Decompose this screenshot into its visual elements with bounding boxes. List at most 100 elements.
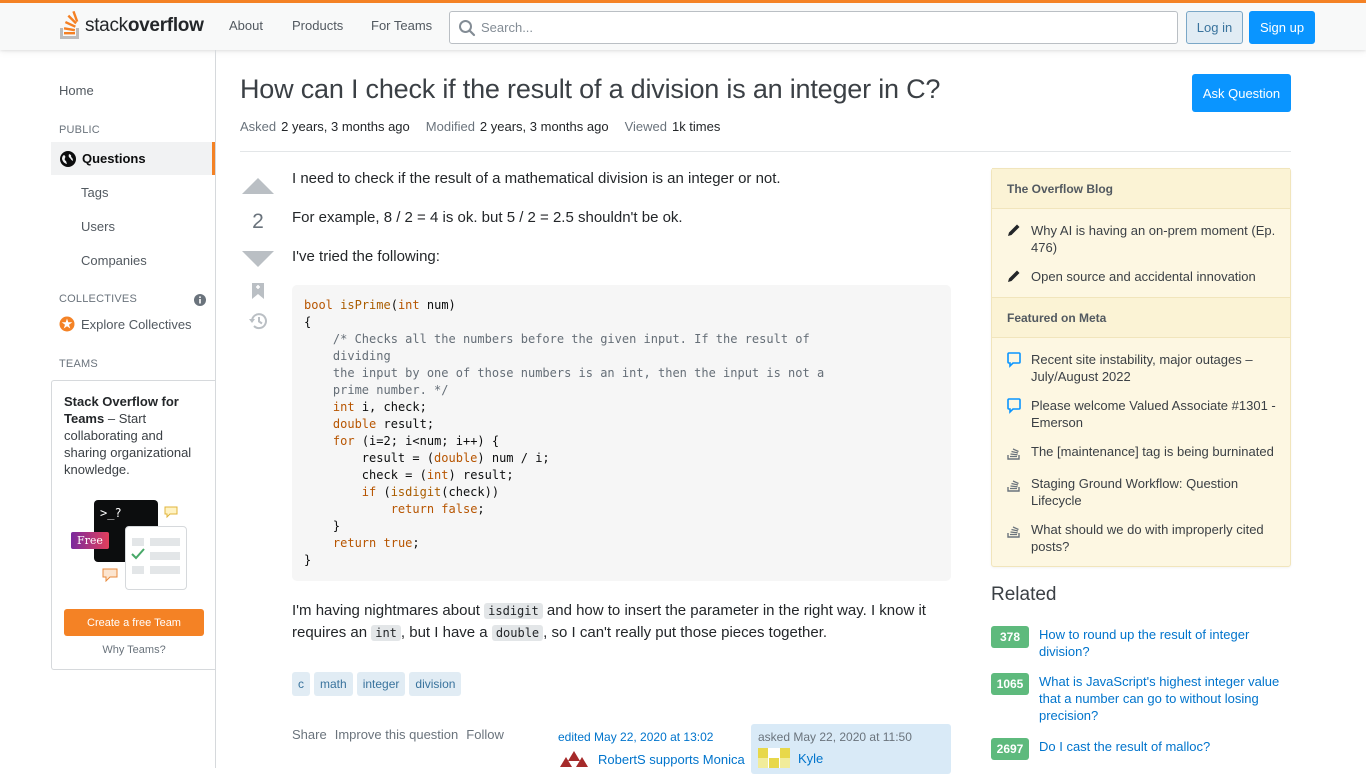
- meta-header: Featured on Meta: [992, 297, 1290, 338]
- check-icon: [131, 548, 145, 560]
- code-block: bool isPrime(int num) { /* Checks all th…: [292, 285, 951, 581]
- nav-home[interactable]: Home: [59, 83, 94, 98]
- related-item[interactable]: 378 How to round up the result of intege…: [991, 626, 1291, 660]
- viewed-label: Viewed: [624, 119, 667, 134]
- related-item[interactable]: 1065 What is JavaScript's highest intege…: [991, 673, 1291, 724]
- edited-timestamp[interactable]: edited May 22, 2020 at 13:02: [558, 730, 713, 744]
- improve-question-link[interactable]: Improve this question: [335, 727, 459, 742]
- nav-users[interactable]: Users: [81, 219, 115, 234]
- related-title: Related: [991, 584, 1057, 605]
- tag-integer[interactable]: integer: [356, 672, 406, 696]
- globe-icon: [60, 150, 76, 167]
- section-teams: TEAMS: [59, 358, 98, 370]
- nav-companies[interactable]: Companies: [81, 253, 147, 268]
- related-item[interactable]: 2697 Do I cast the result of malloc?: [991, 738, 1291, 760]
- blog-header: The Overflow Blog: [992, 168, 1290, 209]
- ask-question-button[interactable]: Ask Question: [1192, 74, 1291, 112]
- collectives-icon: [59, 316, 75, 332]
- search-input[interactable]: [481, 12, 1161, 43]
- teams-promo-text: Stack Overflow for Teams – Start collabo…: [64, 394, 192, 477]
- meta-chat-icon: [1007, 398, 1021, 414]
- signup-button[interactable]: Sign up: [1249, 11, 1315, 44]
- meta-item[interactable]: What should we do with improperly cited …: [1007, 521, 1282, 555]
- meta-chat-icon: [1007, 352, 1021, 368]
- create-team-button[interactable]: Create a free Team: [64, 609, 204, 636]
- asker-name: Kyle: [798, 750, 824, 766]
- post-paragraph-4: I'm having nightmares about isdigit and …: [292, 602, 926, 641]
- downvote-icon[interactable]: [242, 250, 274, 268]
- pencil-icon: [1008, 224, 1020, 236]
- asked-timestamp: asked May 22, 2020 at 11:50: [758, 730, 912, 744]
- info-icon[interactable]: [194, 294, 206, 306]
- asked-label: Asked: [240, 119, 277, 134]
- inline-code-double: double: [491, 625, 544, 641]
- editor-user[interactable]: RobertS supports Monica: [558, 749, 745, 769]
- stackoverflow-logo[interactable]: stackoverflow: [58, 10, 204, 42]
- question-meta: Asked 2 years, 3 months ago Modified 2 yea…: [240, 119, 736, 134]
- related-link[interactable]: What is JavaScript's highest integer val…: [1039, 673, 1284, 724]
- left-sidebar: Home PUBLIC Questions Tags Users Compani…: [0, 50, 216, 768]
- share-link[interactable]: Share: [292, 727, 327, 742]
- asker-avatar: [758, 748, 790, 768]
- question-title[interactable]: How can I check if the result of a divis…: [240, 74, 940, 105]
- related-link[interactable]: Do I cast the result of malloc?: [1039, 738, 1284, 760]
- stack-icon: [1007, 526, 1020, 538]
- post-paragraph-2: For example, 8 / 2 = 4 is ok. but 5 / 2 …: [292, 209, 683, 226]
- related-score: 1065: [991, 673, 1029, 695]
- editor-name: RobertS supports Monica: [598, 751, 745, 767]
- meta-item[interactable]: The [maintenance] tag is being burninate…: [1007, 443, 1282, 464]
- post-menu: Share Improve this question Follow: [292, 727, 512, 742]
- why-teams-link[interactable]: Why Teams?: [52, 644, 216, 656]
- meta-item[interactable]: Please welcome Valued Associate #1301 - …: [1007, 397, 1282, 431]
- modified-label: Modified: [425, 119, 475, 134]
- sidebar-widget: The Overflow Blog Why AI is having an on…: [991, 168, 1291, 567]
- related-score: 2697: [991, 738, 1029, 760]
- free-badge: Free: [71, 532, 109, 549]
- stack-icon: [1007, 448, 1020, 460]
- search-icon: [459, 20, 476, 37]
- asked-card: asked May 22, 2020 at 11:50 Kyle: [751, 724, 951, 774]
- top-bar: stackoverflow About Products For Teams L…: [0, 0, 1366, 50]
- stack-icon: [1007, 480, 1020, 492]
- related-link[interactable]: How to round up the result of integer di…: [1039, 626, 1284, 660]
- blog-item[interactable]: Why AI is having an on-prem moment (Ep. …: [1007, 222, 1282, 256]
- tag-list: c math integer division: [292, 672, 465, 696]
- search-box[interactable]: [449, 11, 1178, 44]
- blog-item[interactable]: Open source and accidental innovation: [1007, 268, 1282, 287]
- stackoverflow-logo-icon: [60, 11, 79, 39]
- upvote-icon[interactable]: [242, 177, 274, 195]
- bookmark-icon[interactable]: [251, 282, 265, 300]
- divider: [240, 151, 1291, 152]
- nav-for-teams[interactable]: For Teams: [371, 18, 432, 33]
- pencil-icon: [1008, 270, 1020, 282]
- vote-count: 2: [252, 210, 264, 233]
- chat-bubble-icon: [164, 506, 178, 518]
- editor-avatar: [558, 749, 590, 769]
- illus-prompt: >_?: [100, 506, 122, 520]
- tag-c[interactable]: c: [292, 672, 310, 696]
- chat-bubble-icon: [102, 568, 118, 582]
- login-button[interactable]: Log in: [1186, 11, 1243, 44]
- modified-value[interactable]: 2 years, 3 months ago: [480, 119, 609, 134]
- history-icon[interactable]: [248, 312, 268, 330]
- follow-link[interactable]: Follow: [466, 727, 504, 742]
- tag-math[interactable]: math: [314, 672, 353, 696]
- nav-questions-label: Questions: [82, 151, 146, 166]
- tag-division[interactable]: division: [409, 672, 462, 696]
- explore-collectives-label: Explore Collectives: [81, 316, 192, 332]
- nav-questions[interactable]: Questions: [51, 142, 215, 175]
- inline-code-isdigit: isdigit: [484, 603, 543, 619]
- post-paragraph-3: I've tried the following:: [292, 248, 440, 265]
- teams-illustration: >_? Free: [68, 498, 192, 590]
- nav-tags[interactable]: Tags: [81, 185, 108, 200]
- section-collectives: COLLECTIVES: [59, 293, 138, 305]
- nav-explore-collectives[interactable]: Explore Collectives: [59, 316, 192, 332]
- meta-item[interactable]: Recent site instability, major outages –…: [1007, 351, 1282, 385]
- nav-products[interactable]: Products: [292, 18, 343, 33]
- asker-user[interactable]: Kyle: [758, 748, 823, 768]
- logo-text: stackoverflow: [85, 15, 204, 36]
- inline-code-int: int: [371, 625, 401, 641]
- section-public: PUBLIC: [59, 124, 100, 136]
- nav-about[interactable]: About: [229, 18, 263, 33]
- meta-item[interactable]: Staging Ground Workflow: Question Lifecy…: [1007, 475, 1282, 509]
